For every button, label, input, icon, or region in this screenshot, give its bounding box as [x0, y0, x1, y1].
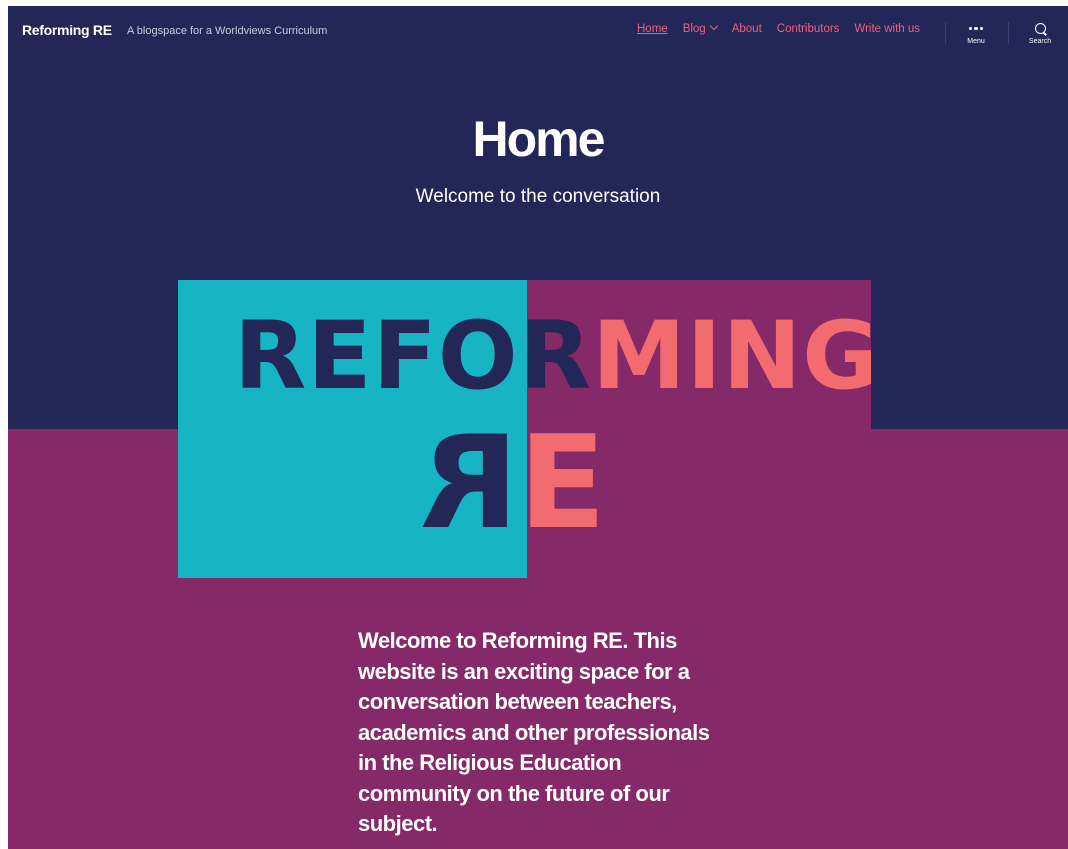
- search-icon: [1034, 23, 1046, 34]
- nav-blog[interactable]: Blog: [682, 21, 718, 35]
- menu-toggle-button[interactable]: Menu: [956, 23, 996, 45]
- site-description: A blogspace for a Worldviews Curriculum: [127, 25, 328, 37]
- nav-home[interactable]: Home: [637, 23, 668, 35]
- search-label: Search: [1028, 38, 1052, 45]
- logo-mirrored-r: R: [420, 409, 519, 558]
- page-title: Home: [472, 111, 606, 167]
- logo-word-dark: REFOR: [234, 302, 593, 411]
- nav-about[interactable]: About: [732, 23, 762, 35]
- reforming-re-logo: REFORMING RE: [178, 280, 871, 578]
- site-title[interactable]: Reforming RE: [22, 22, 112, 38]
- primary-nav: Home Blog About Contributors Write with …: [637, 21, 935, 35]
- welcome-paragraph: Welcome to Reforming RE. This website is…: [358, 628, 710, 836]
- chevron-down-icon: [709, 21, 718, 31]
- page-frame: Reforming RE A blogspace for a Worldview…: [8, 6, 1068, 849]
- site-header: Reforming RE A blogspace for a Worldview…: [8, 6, 1068, 56]
- header-divider: [945, 22, 946, 44]
- header-divider: [1008, 22, 1009, 44]
- nav-blog-label: Blog: [682, 23, 706, 35]
- logo-wordmark: REFORMING: [234, 310, 871, 404]
- page-subtitle: Welcome to the conversation: [415, 186, 661, 207]
- logo-re-mark: RE: [420, 409, 606, 558]
- logo-word-coral: MING: [592, 302, 871, 411]
- search-toggle-button[interactable]: Search: [1020, 23, 1060, 45]
- nav-write-with-us[interactable]: Write with us: [854, 23, 920, 35]
- logo-e: E: [518, 409, 606, 558]
- menu-label: Menu: [967, 38, 985, 45]
- nav-contributors[interactable]: Contributors: [777, 23, 840, 35]
- ellipsis-icon: [956, 23, 996, 34]
